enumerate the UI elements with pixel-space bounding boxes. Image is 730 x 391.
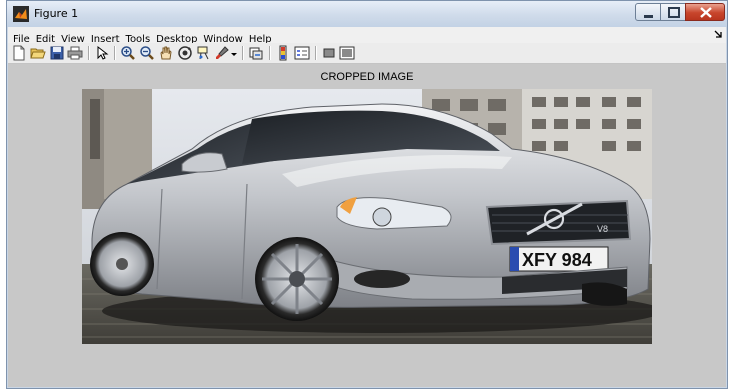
title-bar[interactable]: Figure 1 [7,1,727,27]
menu-bar: File Edit View Insert Tools Desktop Window Help [8,27,726,45]
minimize-icon [644,15,653,18]
toolbar-separator [315,46,317,60]
brush-dropdown-icon[interactable] [230,45,238,61]
show-plot-tools-icon[interactable] [339,45,355,61]
legend-icon[interactable] [294,45,310,61]
open-file-icon[interactable] [30,45,46,61]
zoom-in-icon[interactable] [120,45,136,61]
license-plate-text: XFY 984 [522,250,592,270]
cropped-car-image: V8 XFY 984 [82,89,652,344]
figure-window: Figure 1 File Edit View Insert Tools Desktop W… [6,0,728,389]
print-icon[interactable] [67,45,83,61]
dock-arrow-icon[interactable] [714,30,722,38]
zoom-out-icon[interactable] [139,45,155,61]
close-icon [700,7,712,18]
toolbar-separator [269,46,271,60]
figure-toolbar [8,43,726,64]
new-figure-icon[interactable] [11,45,27,61]
matlab-logo-icon [13,6,29,22]
brush-icon[interactable] [214,45,230,61]
window-title: Figure 1 [34,7,79,20]
link-plot-icon[interactable] [248,45,264,61]
save-icon[interactable] [49,45,65,61]
maximize-button[interactable] [660,3,686,21]
edit-plot-arrow-icon[interactable] [94,45,110,61]
axes-title: CROPPED IMAGE [320,71,414,83]
toolbar-separator [88,46,90,60]
maximize-icon [668,7,680,18]
v8-badge: V8 [597,224,608,234]
toolbar-separator [242,46,244,60]
toolbar-separator [114,46,116,60]
data-cursor-icon[interactable] [196,45,212,61]
hide-plot-tools-icon[interactable] [321,45,337,61]
minimize-button[interactable] [635,3,661,21]
rotate-3d-icon[interactable] [177,45,193,61]
close-button[interactable] [685,3,725,21]
colorbar-icon[interactable] [275,45,291,61]
pan-hand-icon[interactable] [158,45,174,61]
figure-canvas: CROPPED IMAGE V8 XFY 984 [8,64,726,387]
